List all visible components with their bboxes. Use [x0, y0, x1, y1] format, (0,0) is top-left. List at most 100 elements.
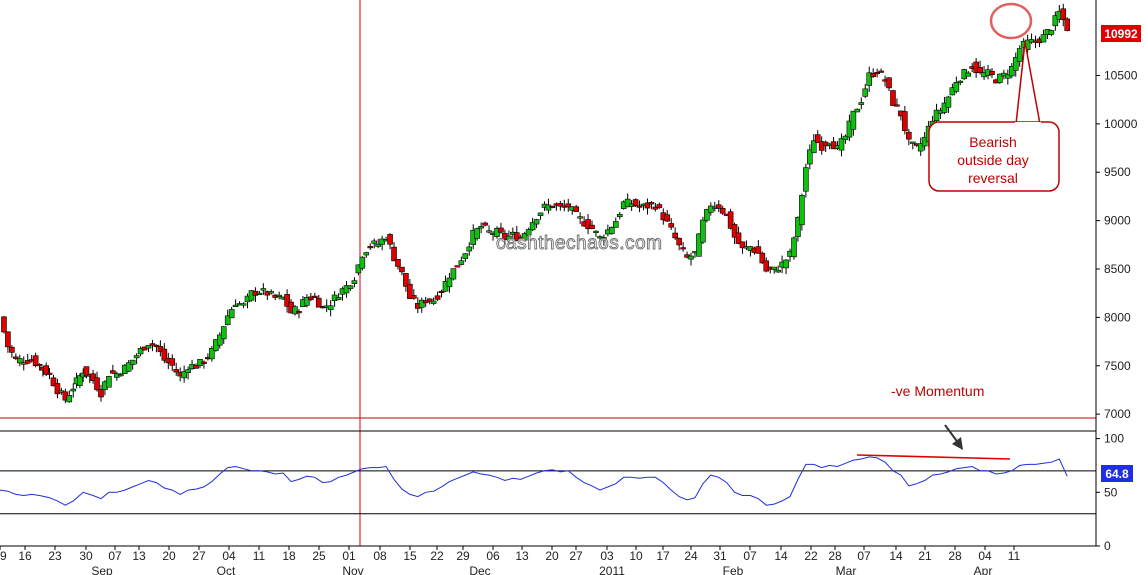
price-tick-label: 9000: [1104, 214, 1131, 228]
candle-up: [462, 253, 469, 259]
candle-up: [537, 212, 544, 216]
candle-up: [533, 219, 540, 225]
day-tick-label: 03: [600, 549, 614, 563]
day-tick-label: 07: [857, 549, 871, 563]
candle-up: [133, 355, 140, 359]
candle-down: [977, 66, 983, 74]
day-tick-label: 04: [222, 549, 236, 563]
month-label: Feb: [723, 564, 744, 575]
candle-down: [989, 70, 995, 76]
candle-up: [1040, 34, 1047, 43]
candle-up: [957, 80, 964, 83]
day-tick-label: 27: [192, 549, 206, 563]
candle-up: [945, 96, 952, 108]
candle-down: [399, 266, 405, 273]
candle-down: [36, 364, 43, 367]
day-tick-label: 31: [713, 549, 727, 563]
candle-down: [589, 224, 595, 229]
candle-down: [482, 222, 488, 226]
month-label: Oct: [217, 564, 236, 575]
day-tick-label: 04: [978, 549, 992, 563]
candle-down: [668, 223, 675, 228]
candle-down: [110, 370, 116, 374]
candle-down: [715, 204, 722, 209]
rsi-tick-label: 50: [1104, 485, 1118, 499]
candlestick-series: [1, 3, 1071, 404]
candle-down: [676, 237, 682, 246]
candle-up: [909, 141, 916, 144]
watermark: cashthechaos.com: [496, 233, 662, 254]
month-label: Nov: [342, 564, 363, 575]
rsi-tick-label: 0: [1104, 539, 1111, 553]
day-tick-label: 20: [162, 549, 176, 563]
candle-down: [201, 361, 207, 364]
price-tick-label: 7000: [1104, 407, 1131, 421]
rsi-tick-label: 100: [1104, 432, 1124, 446]
price-panel: 7000 7500 8000 8500 9000 9500 10000 10500: [0, 0, 1138, 546]
candle-up: [16, 358, 23, 364]
candle-up: [430, 300, 437, 304]
candle-up: [450, 268, 457, 280]
day-tick-label: 29: [456, 549, 470, 563]
candle-up: [1016, 48, 1023, 62]
candle-up: [700, 219, 706, 243]
candle-down: [1064, 18, 1071, 31]
month-label: 2011: [599, 564, 625, 575]
candle-down: [763, 260, 770, 272]
candle-up: [351, 280, 358, 284]
candle-down: [367, 246, 374, 249]
price-tick-label: 10000: [1104, 117, 1138, 131]
candle-up: [474, 228, 480, 239]
candle-up: [66, 395, 73, 403]
candle-down: [886, 77, 892, 89]
candle-up: [854, 108, 861, 113]
candle-up: [803, 167, 809, 192]
candle-down: [1060, 8, 1067, 21]
candle-down: [648, 202, 655, 205]
candle-down: [906, 131, 912, 140]
candle-up: [129, 359, 136, 365]
candle-down: [5, 331, 11, 348]
day-tick-label: 28: [948, 549, 962, 563]
candle-up: [327, 305, 334, 310]
candle-up: [268, 291, 275, 294]
candle-down: [755, 246, 762, 254]
price-tick-label: 7500: [1104, 359, 1131, 373]
last-price-label: 10992: [1104, 27, 1138, 41]
candle-up: [858, 102, 865, 105]
candle-up: [616, 213, 623, 218]
candle-up: [260, 288, 267, 291]
candle-down: [434, 295, 441, 300]
candle-down: [632, 199, 639, 207]
candle-up: [359, 256, 366, 269]
day-tick-label: 20: [545, 549, 559, 563]
candle-up: [347, 285, 354, 289]
candle-down: [315, 297, 322, 308]
day-tick-label: 23: [48, 549, 62, 563]
candle-up: [117, 374, 124, 377]
candle-down: [664, 214, 671, 222]
candle-up: [953, 81, 960, 92]
candle-up: [70, 388, 77, 392]
day-tick-label: 24: [684, 549, 698, 563]
candle-down: [894, 104, 900, 107]
candle-up: [965, 72, 972, 77]
candle-up: [577, 216, 583, 219]
day-tick-label: 08: [373, 549, 387, 563]
candle-down: [680, 247, 686, 250]
day-tick-label: 10: [629, 549, 643, 563]
candle-down: [656, 204, 663, 209]
momentum-annotation: -ve Momentum: [891, 383, 984, 399]
candle-up: [466, 246, 473, 252]
candle-up: [185, 369, 191, 373]
day-tick-label: 22: [430, 549, 444, 563]
candle-up: [228, 309, 235, 319]
candle-up: [458, 260, 465, 265]
candle-up: [478, 226, 484, 229]
price-tick-label: 9500: [1104, 165, 1131, 179]
candle-down: [719, 208, 726, 214]
candle-down: [173, 369, 180, 373]
day-tick-label: 22: [804, 549, 818, 563]
last-rsi-label: 64.8: [1105, 467, 1129, 481]
candle-up: [145, 344, 152, 349]
